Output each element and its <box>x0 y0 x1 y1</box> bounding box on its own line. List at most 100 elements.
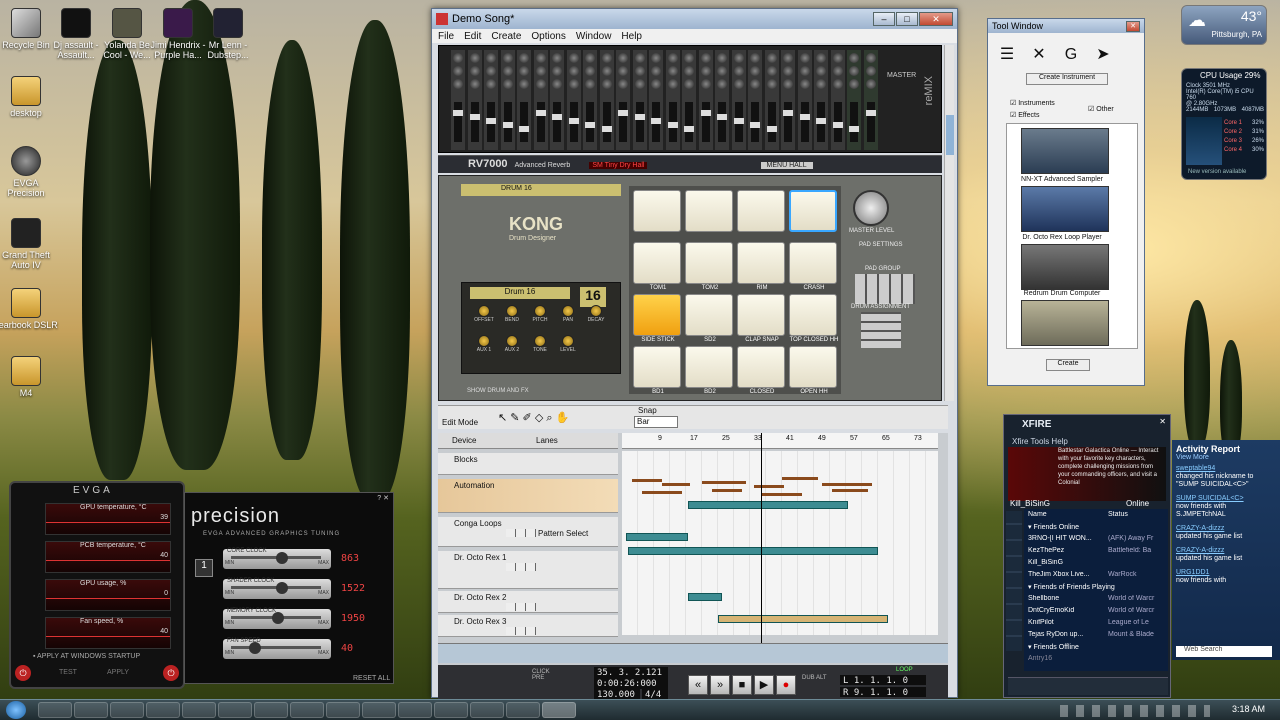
arrange-area[interactable] <box>622 451 938 635</box>
drum-knob[interactable]: LEVEL <box>554 335 582 353</box>
channel-knob[interactable] <box>865 79 876 89</box>
drum-pad[interactable] <box>789 346 837 388</box>
channel-knob[interactable] <box>717 79 727 89</box>
channel-knob[interactable] <box>585 53 595 63</box>
create-button[interactable]: Create <box>1046 359 1090 371</box>
taskbar-app[interactable] <box>254 702 288 718</box>
mixer-channel-strip[interactable] <box>632 50 647 150</box>
channel-knob[interactable] <box>783 66 793 76</box>
channel-knob[interactable] <box>733 66 744 76</box>
channel-fader[interactable] <box>783 102 793 142</box>
channel-knob[interactable] <box>832 66 843 76</box>
channel-knob[interactable] <box>535 79 546 89</box>
channel-fader[interactable] <box>849 102 859 142</box>
channel-fader[interactable] <box>832 102 843 142</box>
channel-knob[interactable] <box>469 66 480 76</box>
automation-note[interactable] <box>662 483 690 486</box>
channel-fader[interactable] <box>651 102 661 142</box>
mixer-channel-strip[interactable] <box>550 50 564 150</box>
apply-startup-checkbox[interactable]: ▪ APPLY AT WINDOWS STARTUP <box>33 653 140 660</box>
drum-pad[interactable] <box>737 346 785 388</box>
rv7000-menu[interactable]: MENU HALL <box>760 162 813 169</box>
drum-pad[interactable] <box>789 242 837 284</box>
activity-view-more[interactable]: View More <box>1172 454 1280 461</box>
channel-fader[interactable] <box>684 102 694 142</box>
taskbar-app[interactable] <box>110 702 144 718</box>
device-thumb-nnxt[interactable] <box>1021 128 1109 174</box>
channel-knob[interactable] <box>849 66 859 76</box>
drum-knob[interactable]: AUX 2 <box>498 335 526 353</box>
drum-pad[interactable] <box>737 242 785 284</box>
snap-select[interactable]: Bar <box>634 416 678 428</box>
sequencer-track[interactable]: Dr. Octo Rex 1 <box>438 551 618 589</box>
channel-knob[interactable] <box>651 53 661 63</box>
close-button[interactable]: ✕ <box>919 12 953 26</box>
channel-knob[interactable] <box>618 53 628 63</box>
channel-knob[interactable] <box>865 53 876 63</box>
channel-knob[interactable] <box>486 53 496 63</box>
pad-group-buttons[interactable] <box>855 274 915 304</box>
friend-row[interactable]: KezThePez Battlefield: Ba <box>1028 547 1168 559</box>
menu-window[interactable]: Window <box>576 31 612 42</box>
sequencer-overview[interactable] <box>438 643 948 663</box>
start-button[interactable] <box>6 701 26 719</box>
record-button[interactable]: ● <box>776 675 796 695</box>
drum-knob[interactable]: PITCH <box>526 305 554 323</box>
tools-tab-icon[interactable]: ✕ <box>1026 43 1052 67</box>
channel-knob[interactable] <box>568 66 579 76</box>
drum-assignment-grid[interactable] <box>861 312 901 348</box>
menu-edit[interactable]: Edit <box>464 31 481 42</box>
position-display[interactable]: 35. 3. 2.121 <box>594 667 668 678</box>
channel-knob[interactable] <box>667 53 678 63</box>
menu-help[interactable]: Help <box>621 31 642 42</box>
channel-knob[interactable] <box>766 79 777 89</box>
channel-knob[interactable] <box>849 79 859 89</box>
ruler[interactable]: 9 17 25 33 41 49 57 65 73 <box>622 433 938 449</box>
channel-knob[interactable] <box>486 66 496 76</box>
channel-fader[interactable] <box>766 102 777 142</box>
master-level-knob[interactable] <box>853 190 889 226</box>
drum-knob[interactable]: BEND <box>498 305 526 323</box>
cpu-footer[interactable]: New version available <box>1188 169 1246 175</box>
automation-note[interactable] <box>712 489 742 492</box>
activity-user[interactable]: SUMP SUICIDAL<C> <box>1176 495 1244 502</box>
channel-knob[interactable] <box>816 79 826 89</box>
channel-knob[interactable] <box>783 53 793 63</box>
channel-knob[interactable] <box>849 53 859 63</box>
drum-pad[interactable] <box>737 190 785 232</box>
drum-knob[interactable]: OFFSET <box>470 305 498 323</box>
channel-fader[interactable] <box>601 102 612 142</box>
evga-power-icon[interactable]: ⏻ <box>15 665 31 681</box>
drum-pad[interactable] <box>633 190 681 232</box>
channel-knob[interactable] <box>700 79 711 89</box>
channel-knob[interactable] <box>667 66 678 76</box>
channel-knob[interactable] <box>816 66 826 76</box>
edit-mode-button[interactable]: Edit Mode <box>442 418 478 427</box>
friend-row[interactable]: KnifPilot League of Le <box>1028 619 1168 631</box>
rack-scroll-thumb[interactable] <box>946 115 954 155</box>
tool-window-titlebar[interactable]: Tool Window ✕ <box>988 19 1144 33</box>
sequencer-clip[interactable] <box>628 547 878 555</box>
sequencer-clip[interactable] <box>626 533 688 541</box>
channel-knob[interactable] <box>832 79 843 89</box>
mixer-channel-strip[interactable] <box>698 50 713 150</box>
groove-tab-icon[interactable]: G <box>1058 43 1084 67</box>
channel-knob[interactable] <box>618 79 628 89</box>
activity-item[interactable]: CRAZY-A-dizzz updated his game list <box>1176 547 1276 563</box>
sequencer-track[interactable]: Conga Loops Pattern Select <box>438 517 618 547</box>
reset-all-button[interactable]: RESET ALL <box>353 675 390 682</box>
channel-knob[interactable] <box>651 66 661 76</box>
taskbar-app[interactable] <box>398 702 432 718</box>
sequencer-track[interactable]: Dr. Octo Rex 3 <box>438 615 618 637</box>
mixer-channel-strip[interactable] <box>764 50 779 150</box>
channel-knob[interactable] <box>453 79 463 89</box>
filter-effects[interactable]: ☑ Effects <box>1010 111 1040 119</box>
clock-slider[interactable]: FAN SPEED MIN MAX <box>223 638 331 659</box>
drum-knob[interactable]: AUX 1 <box>470 335 498 353</box>
automation-note[interactable] <box>702 481 746 484</box>
menu-file[interactable]: File <box>438 31 454 42</box>
drum-pad[interactable] <box>633 294 681 336</box>
taskbar-app[interactable] <box>146 702 180 718</box>
channel-knob[interactable] <box>750 53 760 63</box>
mixer-channel-strip[interactable] <box>467 50 482 150</box>
